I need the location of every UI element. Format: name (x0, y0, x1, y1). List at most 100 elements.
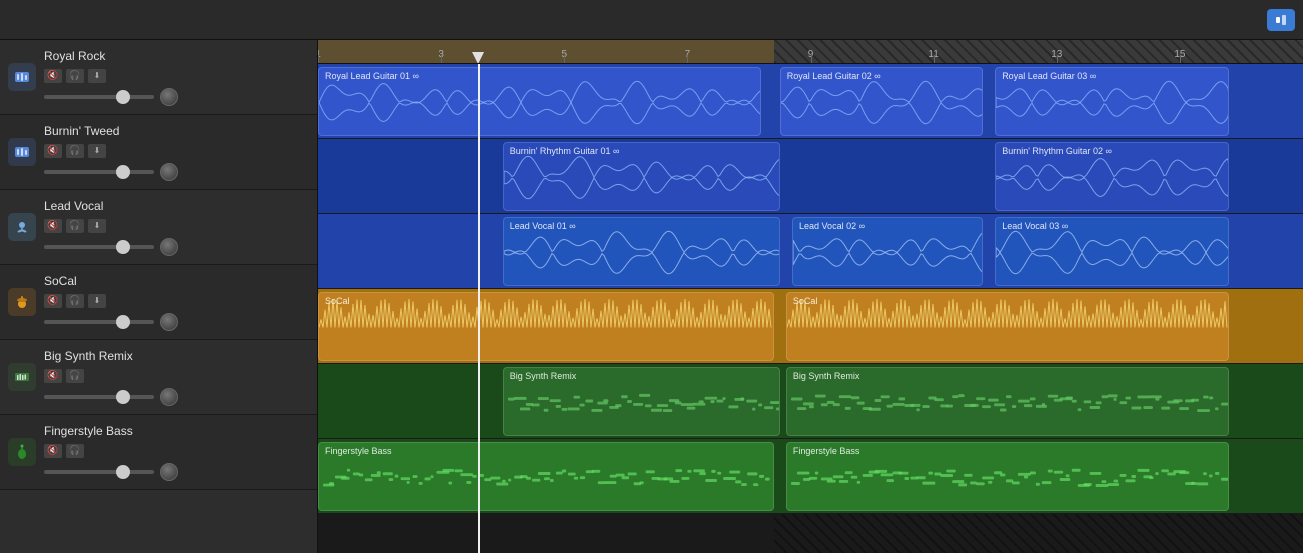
solo-button-big-synth-remix[interactable]: 🎧 (66, 369, 84, 383)
pan-knob-fingerstyle-bass[interactable] (160, 463, 178, 481)
ruler-tick (1180, 55, 1181, 63)
track-lane-socal: SoCal SoCal (318, 289, 1303, 364)
mute-button-fingerstyle-bass[interactable]: 🔇 (44, 444, 62, 458)
record-button-burnin-tweed[interactable]: ⬇ (88, 144, 106, 158)
solo-button-burnin-tweed[interactable]: 🎧 (66, 144, 84, 158)
clip[interactable]: Fingerstyle Bass (318, 442, 774, 511)
tracks-canvas[interactable]: Royal Lead Guitar 01 ∞ Royal Lead Guitar … (318, 64, 1303, 553)
tracks-sidebar: Royal Rock🔇🎧⬇Burnin' Tweed🔇🎧⬇Lead Vocal🔇… (0, 40, 318, 553)
smart-controls-button[interactable] (1267, 9, 1295, 31)
mute-button-lead-vocal[interactable]: 🔇 (44, 219, 62, 233)
clip[interactable]: Lead Vocal 02 ∞ (792, 217, 983, 286)
clip-label: SoCal (325, 296, 350, 306)
track-name-socal: SoCal (44, 274, 309, 288)
track-icon-burnin-tweed (8, 138, 36, 166)
track-icon-royal-rock (8, 63, 36, 91)
track-controls-royal-rock: 🔇 🎧 ⬇ (44, 69, 309, 83)
track-lane-big-synth-remix: Big Synth Remix Big Synth Remix (318, 364, 1303, 439)
record-button-royal-rock[interactable]: ⬇ (88, 69, 106, 83)
record-button-lead-vocal[interactable]: ⬇ (88, 219, 106, 233)
loop-region (318, 40, 774, 63)
mute-button-big-synth-remix[interactable]: 🔇 (44, 369, 62, 383)
clip[interactable]: Big Synth Remix (786, 367, 1229, 436)
mute-button-royal-rock[interactable]: 🔇 (44, 69, 62, 83)
pan-knob-socal[interactable] (160, 313, 178, 331)
ruler-tick (687, 55, 688, 63)
clip-label: Burnin' Rhythm Guitar 01 ∞ (510, 146, 620, 156)
solo-button-fingerstyle-bass[interactable]: 🎧 (66, 444, 84, 458)
timeline-area: 13579111315 Royal Lead Guitar 01 ∞Royal … (318, 40, 1303, 553)
track-controls-lead-vocal: 🔇 🎧 ⬇ (44, 219, 309, 233)
track-lane-lead-vocal: Lead Vocal 01 ∞ Lead Vocal 02 ∞ Lead Vocal… (318, 214, 1303, 289)
track-lane-fingerstyle-bass: Fingerstyle Bass Fingerstyle Bass (318, 439, 1303, 514)
ruler-tick (441, 55, 442, 63)
volume-slider-royal-rock[interactable] (44, 95, 154, 99)
clip[interactable]: SoCal (786, 292, 1229, 361)
track-header-burnin-tweed: Burnin' Tweed 🔇 🎧 ⬇ (0, 115, 317, 190)
track-header-fingerstyle-bass: Fingerstyle Bass🔇🎧 (0, 415, 317, 490)
volume-slider-burnin-tweed[interactable] (44, 170, 154, 174)
clip-label: Fingerstyle Bass (325, 446, 392, 456)
track-name-lead-vocal: Lead Vocal (44, 199, 309, 213)
track-icon-fingerstyle-bass (8, 438, 36, 466)
track-name-royal-rock: Royal Rock (44, 49, 309, 63)
clip-label: Lead Vocal 03 ∞ (1002, 221, 1068, 231)
track-name-burnin-tweed: Burnin' Tweed (44, 124, 309, 138)
mute-button-burnin-tweed[interactable]: 🔇 (44, 144, 62, 158)
solo-button-socal[interactable]: 🎧 (66, 294, 84, 308)
pan-knob-big-synth-remix[interactable] (160, 388, 178, 406)
clip-label: Royal Lead Guitar 03 ∞ (1002, 71, 1096, 81)
track-lane-burnin-tweed: Burnin' Rhythm Guitar 01 ∞ Burnin' Rhythm… (318, 139, 1303, 214)
clip-label: Royal Lead Guitar 02 ∞ (787, 71, 881, 81)
clip-label: SoCal (793, 296, 818, 306)
track-controls-big-synth-remix: 🔇🎧 (44, 369, 309, 383)
clip[interactable]: Royal Lead Guitar 01 ∞ (318, 67, 761, 136)
track-header-lead-vocal: Lead Vocal 🔇 🎧 ⬇ (0, 190, 317, 265)
pan-knob-lead-vocal[interactable] (160, 238, 178, 256)
playhead (478, 64, 480, 553)
clip[interactable]: Royal Lead Guitar 03 ∞ (995, 67, 1229, 136)
volume-slider-big-synth-remix[interactable] (44, 395, 154, 399)
clip-label: Lead Vocal 01 ∞ (510, 221, 576, 231)
volume-slider-fingerstyle-bass[interactable] (44, 470, 154, 474)
clip[interactable]: Burnin' Rhythm Guitar 01 ∞ (503, 142, 780, 211)
track-controls-socal: 🔇 🎧 ⬇ (44, 294, 309, 308)
clip[interactable]: Royal Lead Guitar 02 ∞ (780, 67, 983, 136)
clip[interactable]: Lead Vocal 03 ∞ (995, 217, 1229, 286)
clip-label: Burnin' Rhythm Guitar 02 ∞ (1002, 146, 1112, 156)
track-name-fingerstyle-bass: Fingerstyle Bass (44, 424, 309, 438)
solo-button-lead-vocal[interactable]: 🎧 (66, 219, 84, 233)
pan-knob-royal-rock[interactable] (160, 88, 178, 106)
clip[interactable]: SoCal (318, 292, 774, 361)
clip[interactable]: Big Synth Remix (503, 367, 780, 436)
track-controls-burnin-tweed: 🔇 🎧 ⬇ (44, 144, 309, 158)
clip[interactable]: Burnin' Rhythm Guitar 02 ∞ (995, 142, 1229, 211)
clip-label: Lead Vocal 02 ∞ (799, 221, 865, 231)
track-header-royal-rock: Royal Rock 🔇 🎧 ⬇ (0, 40, 317, 115)
record-button-socal[interactable]: ⬇ (88, 294, 106, 308)
track-controls-fingerstyle-bass: 🔇🎧 (44, 444, 309, 458)
ruler-tick (934, 55, 935, 63)
track-lane-royal-rock: Royal Lead Guitar 01 ∞ Royal Lead Guitar … (318, 64, 1303, 139)
track-header-big-synth-remix: Big Synth Remix🔇🎧 (0, 340, 317, 415)
pan-knob-burnin-tweed[interactable] (160, 163, 178, 181)
clip-label: Fingerstyle Bass (793, 446, 860, 456)
track-icon-socal (8, 288, 36, 316)
clip-label: Royal Lead Guitar 01 ∞ (325, 71, 419, 81)
ruler-tick (1057, 55, 1058, 63)
clip[interactable]: Lead Vocal 01 ∞ (503, 217, 780, 286)
volume-slider-socal[interactable] (44, 320, 154, 324)
mute-button-socal[interactable]: 🔇 (44, 294, 62, 308)
main-content: Royal Rock🔇🎧⬇Burnin' Tweed🔇🎧⬇Lead Vocal🔇… (0, 40, 1303, 553)
loop-hatch (774, 40, 1303, 63)
solo-button-royal-rock[interactable]: 🎧 (66, 69, 84, 83)
track-icon-big-synth-remix (8, 363, 36, 391)
add-track-button[interactable] (8, 8, 32, 32)
clip[interactable]: Fingerstyle Bass (786, 442, 1229, 511)
track-icon-lead-vocal (8, 213, 36, 241)
track-header-socal: SoCal 🔇 🎧 ⬇ (0, 265, 317, 340)
clip-label: Big Synth Remix (793, 371, 860, 381)
clip-label: Big Synth Remix (510, 371, 577, 381)
volume-slider-lead-vocal[interactable] (44, 245, 154, 249)
ruler-tick (564, 55, 565, 63)
